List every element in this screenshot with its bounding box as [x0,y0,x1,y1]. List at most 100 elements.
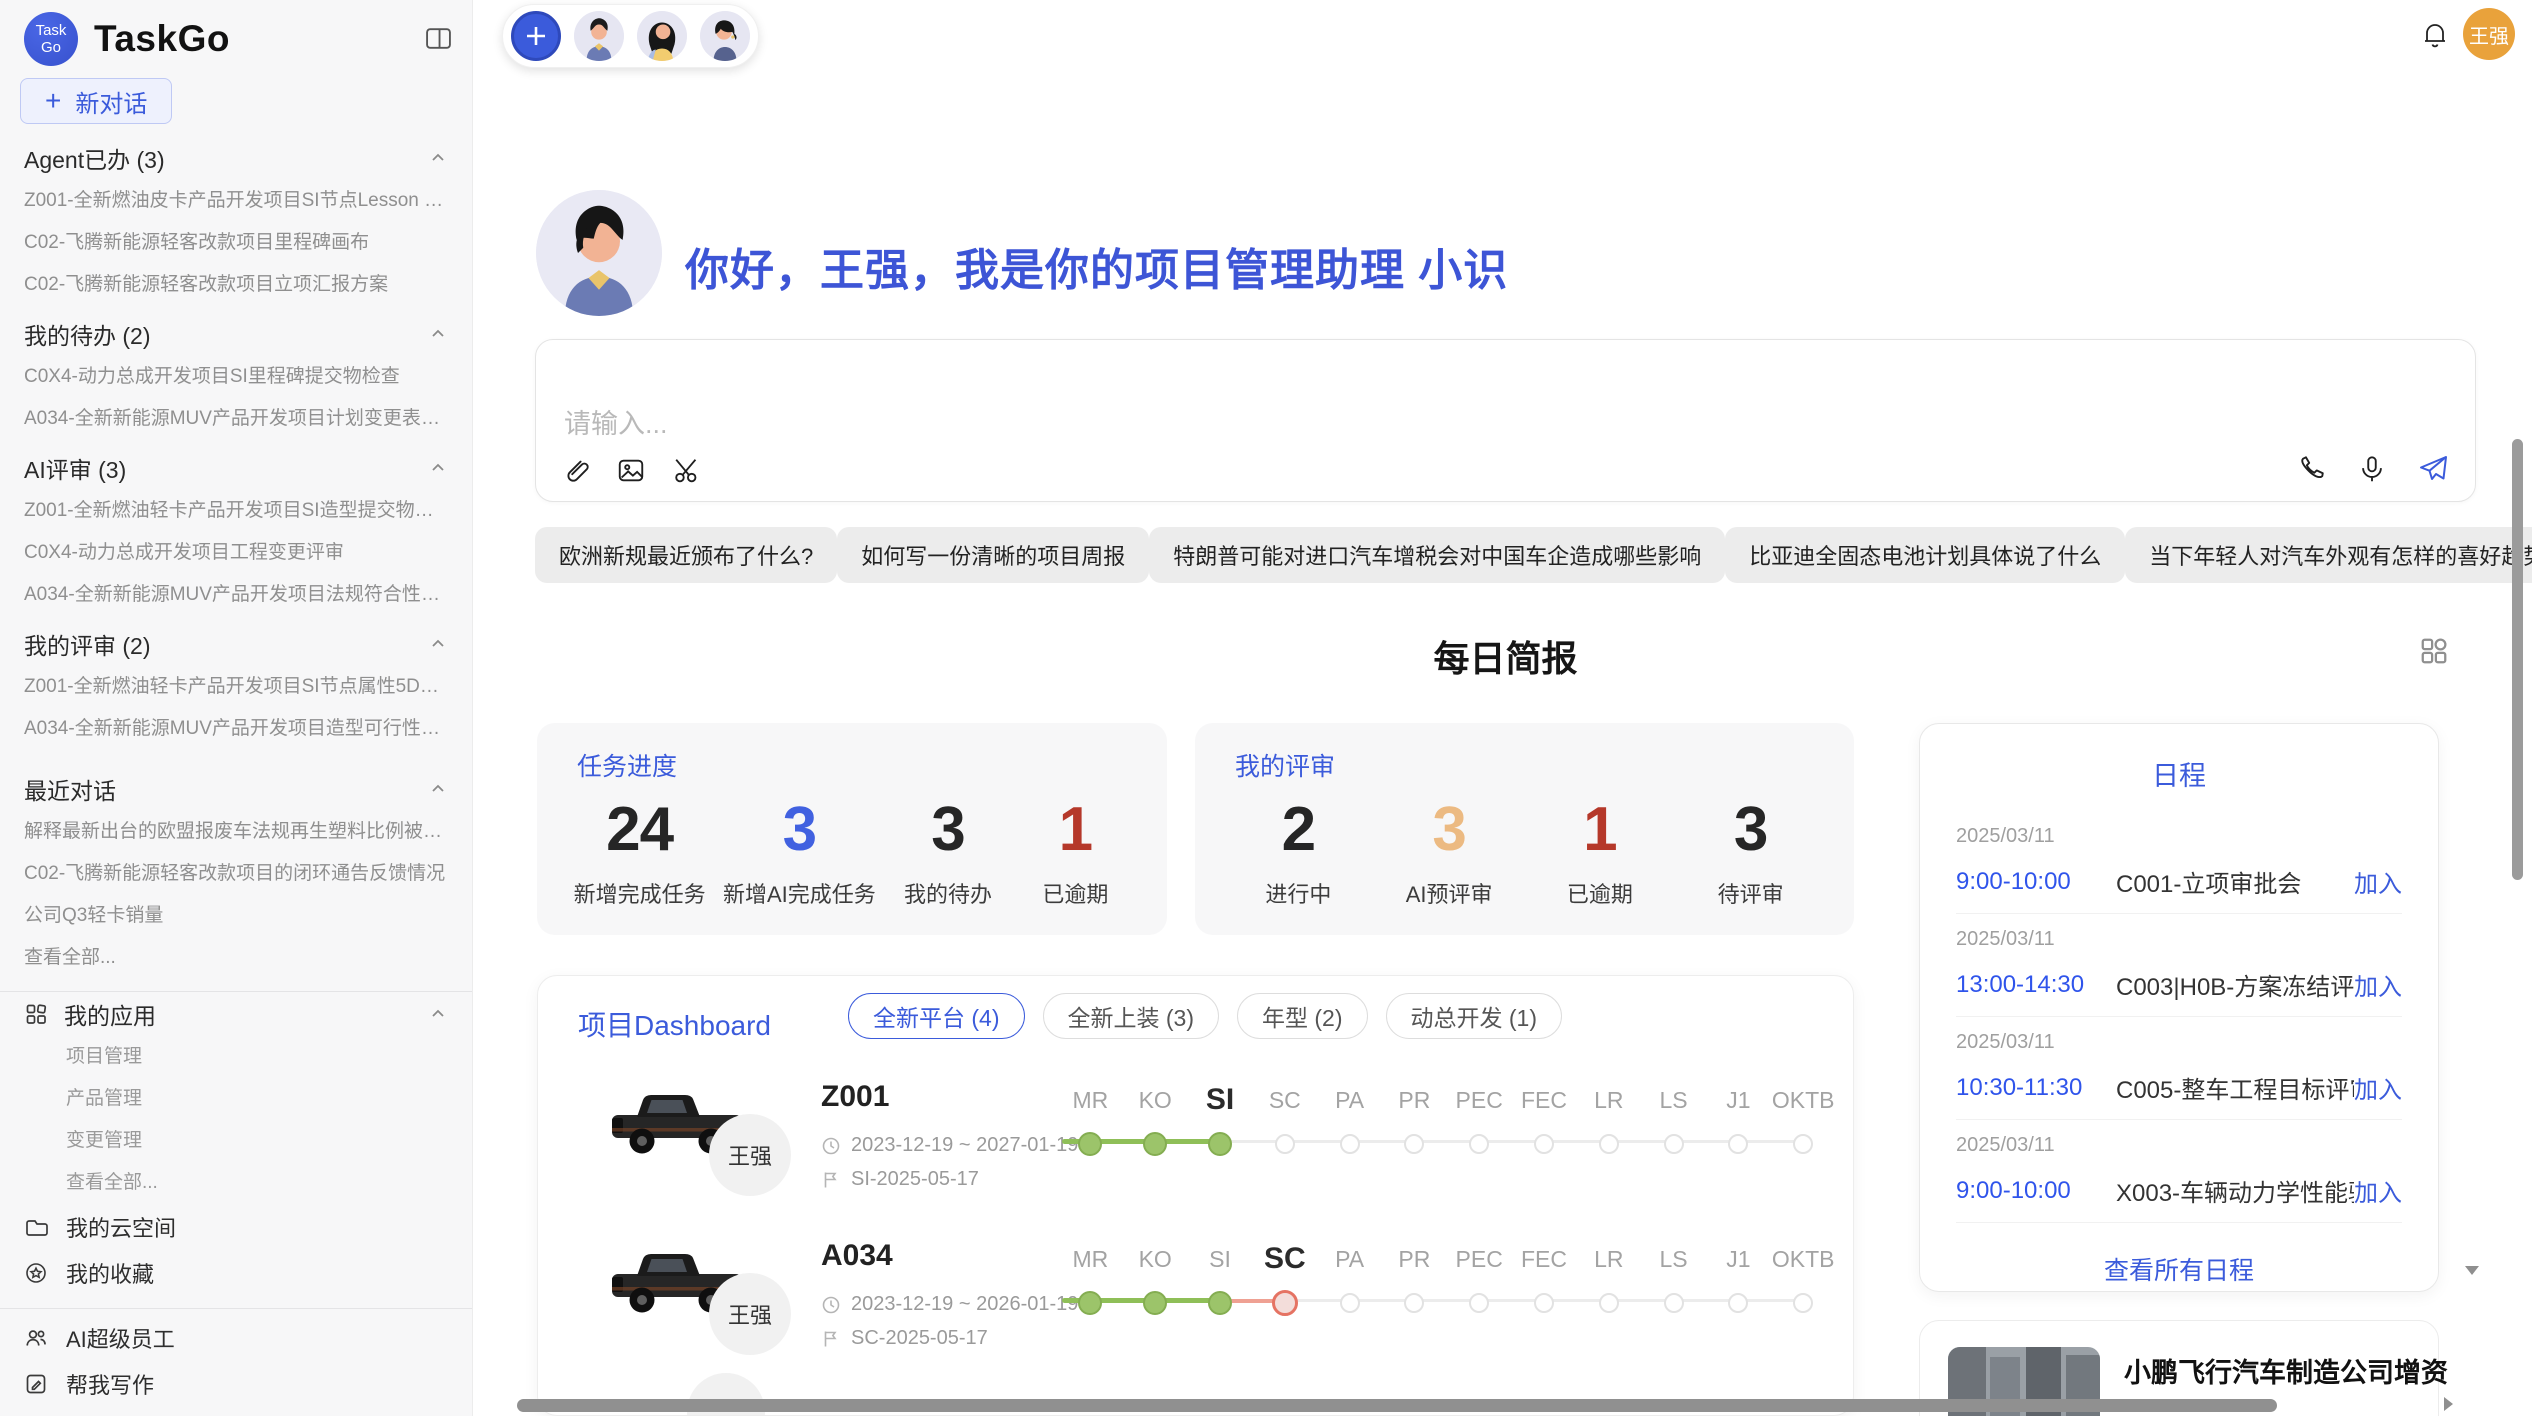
project-row[interactable]: 王强Z0012023-12-19 ~ 2027-01-19SI-2025-05-… [538,1068,1853,1228]
paperclip-icon[interactable] [560,455,590,485]
daily-briefing-title: 每日简报 [535,630,2476,682]
schedule-item: 2025/03/119:00-10:00X003-车辆动力学性能验...加入 [1956,1120,2402,1223]
scroll-down-arrow-icon[interactable] [2462,1262,2482,1283]
stat: 3AI预评审 [1394,785,1504,909]
my-review-card: 我的评审 2进行中3AI预评审1已逾期3待评审 [1195,723,1854,935]
sidebar-app-item[interactable]: 变更管理 [0,1120,472,1162]
ai-super-staff-label: AI超级员工 [66,1322,175,1354]
milestone: PEC [1447,1078,1512,1166]
section-header[interactable]: 最近对话 [0,767,472,811]
milestone: KO [1123,1078,1188,1166]
stat-card-title: 我的评审 [1235,747,1335,783]
dashboard-filter-chip[interactable]: 年型 (2) [1237,993,1368,1039]
schedule-time: 9:00-10:00 [1956,1177,2116,1205]
milestone-label: MR [1058,1078,1123,1122]
project-row[interactable]: 王强A0342023-12-19 ~ 2026-01-19SC-2025-05-… [538,1227,1853,1387]
stat: 24新增完成任务 [574,785,706,909]
sidebar-task-item[interactable]: A034-全新新能源MUV产品开发项目法规符合性评审 [0,574,472,616]
sidebar-item-my-apps[interactable]: 我的应用 [0,992,472,1036]
scroll-right-arrow-icon[interactable] [2439,1394,2457,1416]
suggestion-chip[interactable]: 如何写一份清晰的项目周报 [837,527,1149,583]
star-circle-icon [24,1261,48,1285]
view-all-schedule-link[interactable]: 查看所有日程 [1956,1251,2402,1287]
stat: 3我的待办 [893,785,1003,909]
sidebar-recent-item[interactable]: 公司Q3轻卡销量 [0,895,472,937]
sidebar-item-creative-draw[interactable]: 创意制图 [0,1407,472,1416]
sidebar-collapse-icon[interactable] [425,26,452,56]
microphone-icon[interactable] [2357,454,2387,484]
milestone-dot [1599,1134,1619,1154]
dashboard-filter-chip[interactable]: 全新上装 (3) [1043,993,1220,1039]
sidebar-task-item[interactable]: Z001-全新燃油轻卡产品开发项目SI造型提交物评审 [0,490,472,532]
image-icon[interactable] [616,455,646,485]
sidebar-recent-item[interactable]: 解释最新出台的欧盟报废车法规再生塑料比例被调至15%... [0,811,472,853]
suggestion-chip[interactable]: 特朗普可能对进口汽车增税会对中国车企造成哪些影响 [1149,527,1725,583]
suggestion-chip[interactable]: 当下年轻人对汽车外观有怎样的喜好趋势 [2125,527,2532,583]
user-avatar[interactable]: 王强 [2463,8,2515,60]
schedule-title: 日程 [1956,754,2402,793]
sidebar-task-item[interactable]: A034-全新新能源MUV产品开发项目计划变更表编写 [0,398,472,440]
milestone: LS [1641,1237,1706,1325]
sidebar-app-item[interactable]: 查看全部... [0,1162,472,1204]
team-avatar[interactable] [637,11,687,61]
sidebar-recent-item[interactable]: C02-飞腾新能源轻客改款项目的闭环通告反馈情况 [0,853,472,895]
section-header[interactable]: Agent已办 (3) [0,136,472,180]
send-icon[interactable] [2417,453,2449,485]
join-link[interactable]: 加入 [2354,864,2402,899]
sidebar-header: Task Go TaskGo [0,0,472,78]
sidebar-task-item[interactable]: C0X4-动力总成开发项目SI里程碑提交物检查 [0,356,472,398]
new-chat-button[interactable]: + 新对话 [20,78,172,124]
section-header[interactable]: 我的待办 (2) [0,312,472,356]
team-avatar[interactable] [700,11,750,61]
dashboard-filter-chip[interactable]: 全新平台 (4) [848,993,1025,1039]
milestone-label: PEC [1447,1078,1512,1122]
sidebar-task-item[interactable]: C02-飞腾新能源轻客改款项目立项汇报方案 [0,264,472,306]
horizontal-scrollbar-thumb[interactable] [517,1399,2277,1412]
sidebar-item-favorites[interactable]: 我的收藏 [0,1250,472,1296]
notification-bell-icon[interactable] [2421,20,2449,55]
sidebar-task-item[interactable]: C02-飞腾新能源轻客改款项目里程碑画布 [0,222,472,264]
sidebar-task-item[interactable]: Z001-全新燃油轻卡产品开发项目SI节点属性5D文件评审 [0,666,472,708]
team-avatar[interactable] [574,11,624,61]
milestone-timeline: MRKOSISCPAPRPECFECLRLSJ1OKTB [1058,1078,1836,1188]
schedule-item: 2025/03/119:00-10:00C001-立项审批会加入 [1956,811,2402,914]
chevron-up-icon [428,148,448,168]
project-code: Z001 [821,1080,889,1114]
suggestion-chips: 欧洲新规最近颁布了什么?如何写一份清晰的项目周报特朗普可能对进口汽车增税会对中国… [535,527,2476,583]
join-link[interactable]: 加入 [2354,967,2402,1002]
milestone-label: LR [1576,1078,1641,1122]
suggestion-chip[interactable]: 欧洲新规最近颁布了什么? [535,527,837,583]
chat-input-card[interactable]: 请输入... [535,339,2476,502]
layout-grid-icon[interactable] [2419,636,2449,671]
sidebar-item-help-write[interactable]: 帮我写作 [0,1361,472,1407]
milestone-timeline: MRKOSISCPAPRPECFECLRLSJ1OKTB [1058,1237,1836,1347]
milestone: LS [1641,1078,1706,1166]
sidebar-task-item[interactable]: C0X4-动力总成开发项目工程变更评审 [0,532,472,574]
phone-icon[interactable] [2297,454,2327,484]
section-header[interactable]: 我的评审 (2) [0,622,472,666]
sidebar-item-ai-super-staff[interactable]: AI超级员工 [0,1315,472,1361]
suggestion-chip[interactable]: 比亚迪全固态电池计划具体说了什么 [1725,527,2125,583]
vertical-scrollbar-thumb[interactable] [2512,439,2523,880]
join-link[interactable]: 加入 [2354,1070,2402,1105]
sidebar-item-cloud-space[interactable]: 我的云空间 [0,1204,472,1250]
new-chat-label: 新对话 [75,84,147,119]
stat: 3新增AI完成任务 [723,785,876,909]
sidebar-app-item[interactable]: 项目管理 [0,1036,472,1078]
input-attachment-tools [560,455,702,485]
sidebar-task-item[interactable]: Z001-全新燃油皮卡产品开发项目SI节点Lesson Learn报告 [0,180,472,222]
sidebar-task-item[interactable]: A034-全新新能源MUV产品开发项目造型可行性评审 [0,708,472,750]
dashboard-filter-chip[interactable]: 动总开发 (1) [1386,993,1563,1039]
stat-label: 已逾期 [1020,877,1130,909]
milestone-dot [1404,1134,1424,1154]
milestone-dot [1469,1293,1489,1313]
milestone: PR [1382,1078,1447,1166]
sidebar-recent-item[interactable]: 查看全部... [0,937,472,979]
sidebar-app-item[interactable]: 产品管理 [0,1078,472,1120]
join-link[interactable]: 加入 [2354,1173,2402,1208]
milestone-label: SC [1252,1237,1317,1281]
section-header[interactable]: AI评审 (3) [0,446,472,490]
apps-grid-icon [24,1002,48,1026]
add-agent-button[interactable] [511,11,561,61]
scissors-icon[interactable] [672,455,702,485]
